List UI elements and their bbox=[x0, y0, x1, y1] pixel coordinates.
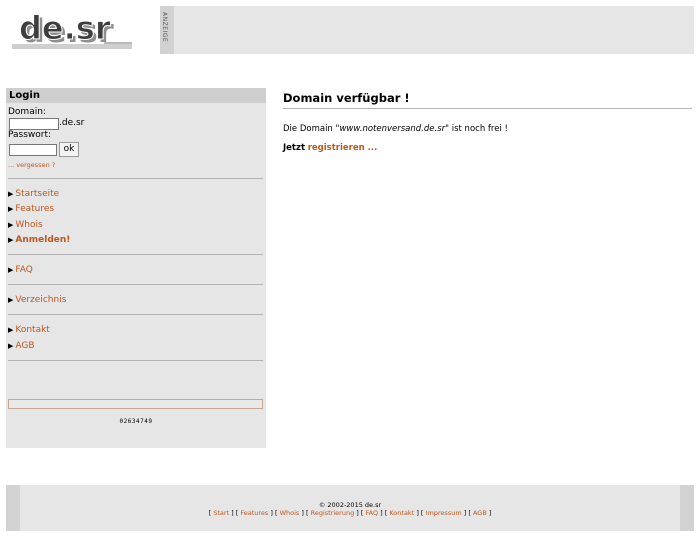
register-link[interactable]: registrieren ... bbox=[308, 143, 378, 153]
nav-link-kontakt[interactable]: Kontakt bbox=[15, 325, 49, 335]
footer-link-whois[interactable]: Whois bbox=[280, 509, 300, 517]
footer: © 2002-2015 de.sr [ Start ] [ Features ]… bbox=[6, 485, 694, 531]
nav-link-verzeichnis[interactable]: Verzeichnis bbox=[15, 295, 66, 305]
bracket: [ bbox=[466, 509, 473, 517]
divider bbox=[8, 360, 263, 361]
footer-links: [ Start ] [ Features ] [ Whois ] [ Regis… bbox=[6, 509, 694, 517]
nav-item-kontakt[interactable]: ▶ Kontakt bbox=[8, 325, 50, 335]
ad-label-text: ANZEIGE bbox=[161, 12, 168, 43]
visitor-counter: 02634749 bbox=[119, 418, 153, 425]
availability-message: Die Domain "www.notenversand.de.sr" ist … bbox=[283, 124, 508, 134]
nav-link-startseite[interactable]: Startseite bbox=[15, 189, 59, 199]
nav-link-agb[interactable]: AGB bbox=[15, 341, 34, 351]
nav-item-features[interactable]: ▶ Features bbox=[8, 204, 54, 214]
password-input[interactable] bbox=[9, 144, 57, 156]
title-divider bbox=[283, 108, 692, 109]
nav-link-whois[interactable]: Whois bbox=[15, 220, 42, 230]
triangle-right-icon: ▶ bbox=[8, 236, 14, 244]
nav-item-whois[interactable]: ▶ Whois bbox=[8, 220, 43, 230]
divider bbox=[8, 284, 263, 285]
site-logo[interactable]: de.sr de.sr bbox=[8, 6, 140, 54]
nav-item-anmelden[interactable]: ▶ Anmelden! bbox=[8, 235, 70, 245]
empty-bar bbox=[8, 399, 263, 409]
domain-suffix: .de.sr bbox=[59, 118, 85, 128]
bracket: [ bbox=[303, 509, 311, 517]
triangle-right-icon: ▶ bbox=[8, 221, 14, 229]
message-prefix: Die Domain " bbox=[283, 124, 340, 134]
footer-link-kontakt[interactable]: Kontakt bbox=[389, 509, 414, 517]
footer-link-start[interactable]: Start bbox=[213, 509, 229, 517]
nav-item-verzeichnis[interactable]: ▶ Verzeichnis bbox=[8, 295, 66, 305]
footer-link-faq[interactable]: FAQ bbox=[365, 509, 378, 517]
triangle-right-icon: ▶ bbox=[8, 190, 14, 198]
footer-link-features[interactable]: Features bbox=[240, 509, 268, 517]
triangle-right-icon: ▶ bbox=[8, 342, 14, 350]
nav-item-faq[interactable]: ▶ FAQ bbox=[8, 265, 33, 275]
login-title: Login bbox=[6, 88, 266, 103]
domain-label: Domain: bbox=[8, 107, 46, 117]
sidebar: Login Domain: .de.sr Passwort: ok ... ve… bbox=[6, 88, 266, 448]
divider bbox=[8, 314, 263, 315]
logo-graphic: de.sr de.sr bbox=[12, 9, 132, 50]
ad-label-strip: ANZEIGE bbox=[160, 6, 174, 54]
password-label: Passwort: bbox=[8, 130, 52, 140]
nav-item-agb[interactable]: ▶ AGB bbox=[8, 341, 35, 351]
triangle-right-icon: ▶ bbox=[8, 205, 14, 213]
register-prefix: Jetzt bbox=[283, 143, 306, 153]
footer-link-impressum[interactable]: Impressum bbox=[426, 509, 462, 517]
bracket: [ bbox=[272, 509, 280, 517]
domain-name: www.notenversand.de.sr bbox=[339, 124, 446, 134]
copyright: © 2002-2015 de.sr bbox=[318, 501, 382, 509]
message-suffix: " ist noch frei ! bbox=[445, 124, 508, 134]
footer-link-agb[interactable]: AGB bbox=[473, 509, 487, 517]
nav-link-features[interactable]: Features bbox=[15, 204, 54, 214]
divider bbox=[8, 178, 263, 179]
register-prompt: Jetzt registrieren ... bbox=[283, 143, 377, 153]
nav-link-anmelden[interactable]: Anmelden! bbox=[15, 235, 70, 245]
bracket: [ bbox=[418, 509, 426, 517]
nav-item-startseite[interactable]: ▶ Startseite bbox=[8, 189, 59, 199]
page-title: Domain verfügbar ! bbox=[283, 91, 410, 105]
triangle-right-icon: ▶ bbox=[8, 296, 14, 304]
ad-banner: ANZEIGE bbox=[160, 6, 694, 54]
forgot-password-link[interactable]: ... vergessen ? bbox=[8, 161, 55, 169]
divider bbox=[8, 254, 263, 255]
ok-button[interactable]: ok bbox=[59, 142, 79, 157]
nav-link-faq[interactable]: FAQ bbox=[15, 265, 32, 275]
triangle-right-icon: ▶ bbox=[8, 266, 14, 274]
svg-text:de.sr: de.sr bbox=[19, 9, 111, 47]
domain-input[interactable] bbox=[9, 118, 59, 130]
triangle-right-icon: ▶ bbox=[8, 326, 14, 334]
bracket: ] bbox=[486, 509, 492, 517]
footer-link-registrierung[interactable]: Registrierung bbox=[311, 509, 355, 517]
